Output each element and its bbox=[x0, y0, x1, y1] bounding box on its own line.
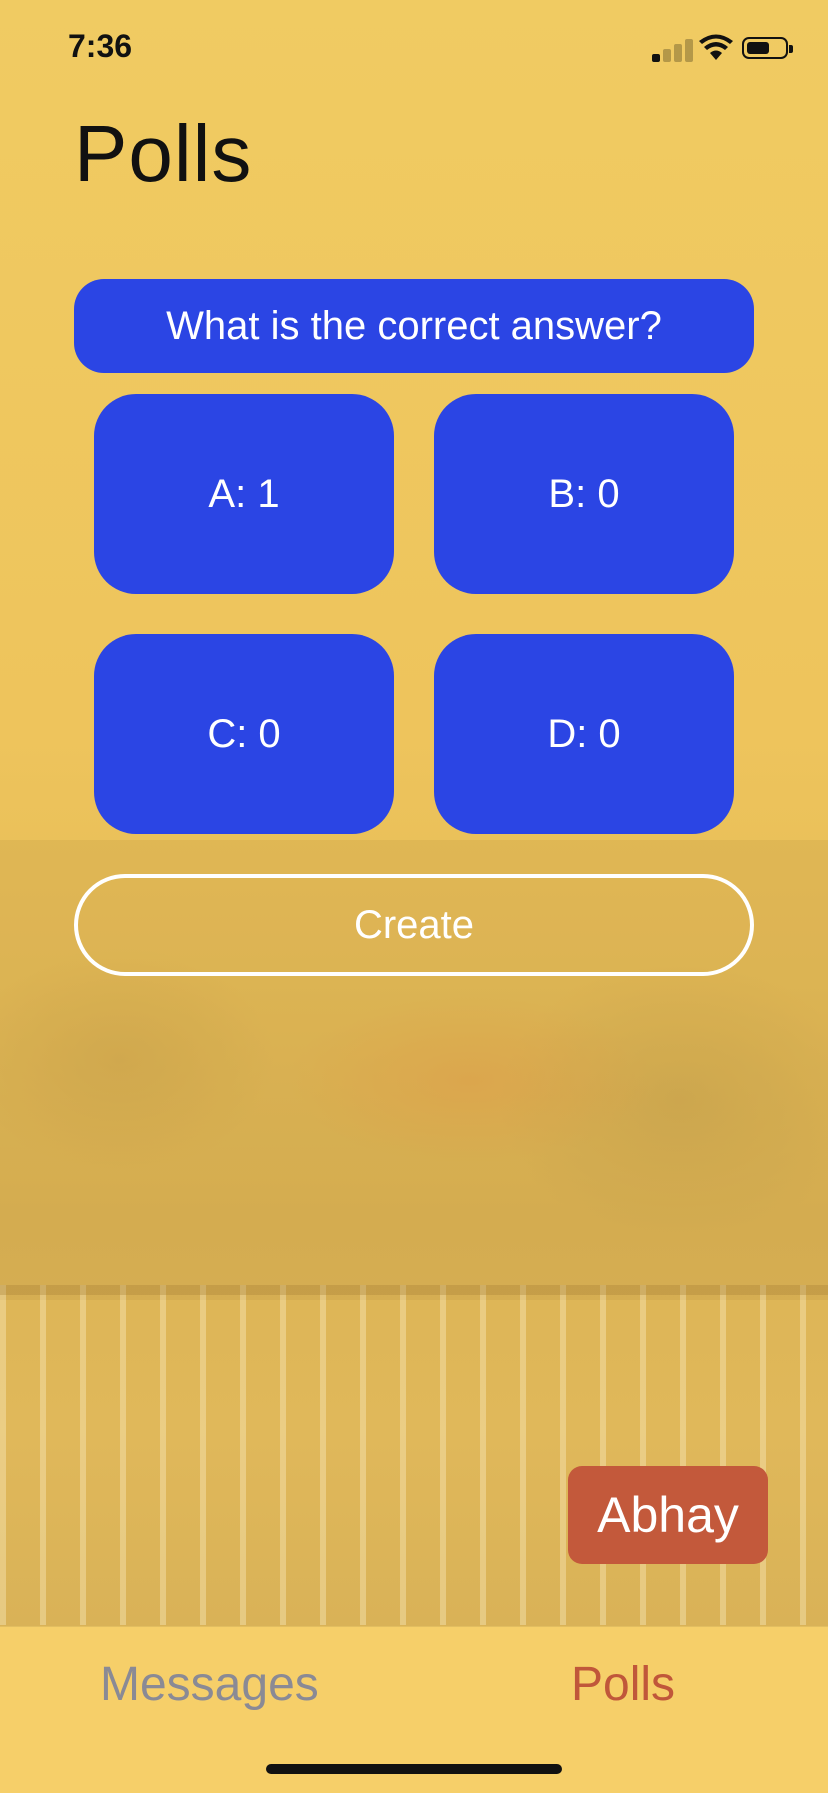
battery-icon bbox=[742, 37, 793, 59]
option-d-button[interactable]: D: 0 bbox=[434, 634, 734, 834]
status-bar: 7:36 bbox=[0, 0, 828, 100]
option-b-button[interactable]: B: 0 bbox=[434, 394, 734, 594]
status-time: 7:36 bbox=[68, 28, 133, 64]
railing-overlay bbox=[0, 1285, 828, 1625]
create-poll-button[interactable]: Create bbox=[74, 874, 754, 976]
tab-messages[interactable]: Messages bbox=[100, 1657, 319, 1712]
page-title: Polls bbox=[74, 109, 253, 198]
option-a-button[interactable]: A: 1 bbox=[94, 394, 394, 594]
tab-polls[interactable]: Polls bbox=[571, 1657, 675, 1712]
home-indicator[interactable] bbox=[266, 1764, 562, 1774]
poll-question: What is the correct answer? bbox=[74, 279, 754, 373]
user-name-badge[interactable]: Abhay bbox=[568, 1466, 768, 1564]
option-c-button[interactable]: C: 0 bbox=[94, 634, 394, 834]
cellular-signal-icon bbox=[652, 36, 693, 62]
wifi-icon bbox=[699, 34, 733, 60]
